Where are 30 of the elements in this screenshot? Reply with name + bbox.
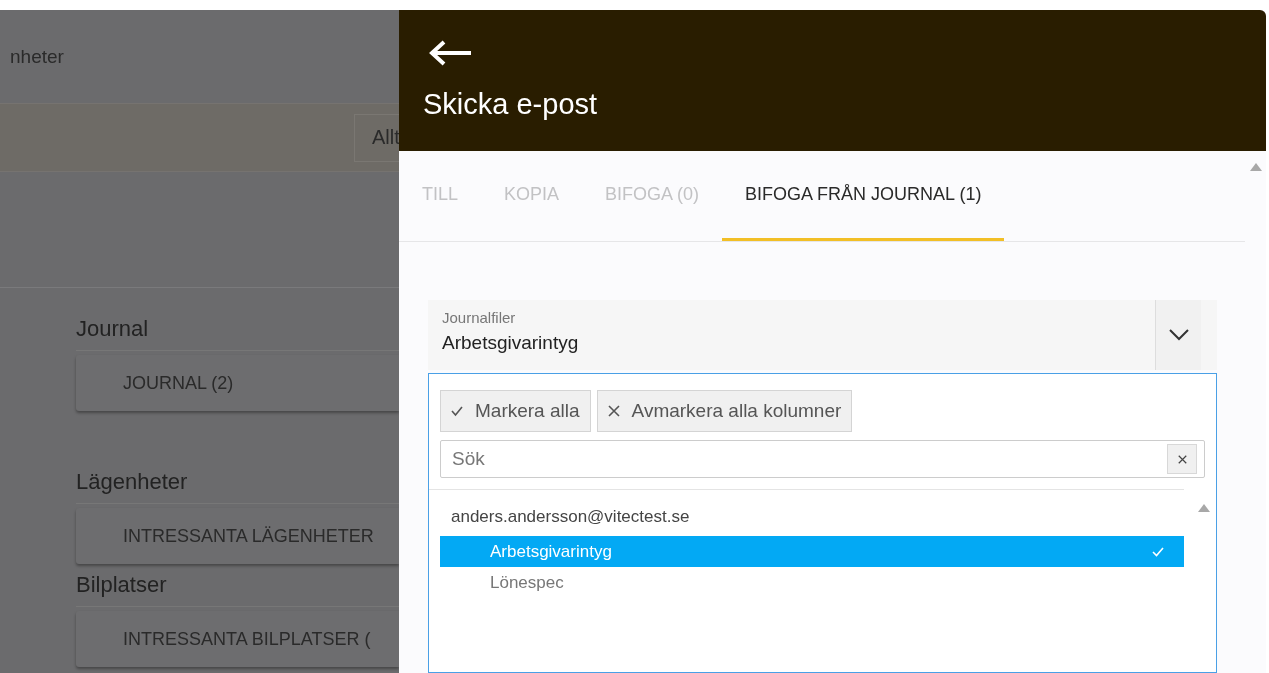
clear-button[interactable] [1167,444,1197,474]
select-value[interactable]: Arbetsgivarintyg [442,332,1155,354]
dialog-title: Skicka e-post [423,88,599,121]
list-option[interactable]: Arbetsgivarintyg [440,536,1184,567]
page-title: nheter [10,45,64,68]
scroll-up-icon[interactable] [1198,504,1210,512]
tab[interactable]: TILL [399,151,482,241]
list-button[interactable]: INTRESSANTA BILPLATSER ( [76,611,399,667]
chevron-down-icon [1168,329,1189,341]
dropdown-toggle[interactable] [1155,300,1201,370]
check-icon [451,405,463,417]
tab[interactable]: KOPIA [481,151,583,241]
list-option[interactable]: Lönespec [440,567,1184,598]
back-arrow-icon[interactable] [429,40,473,66]
check-icon [1152,546,1164,557]
list-button[interactable]: JOURNAL (2) [76,355,399,411]
section-heading: Bilplatser [76,572,399,607]
scroll-up-icon[interactable] [1250,163,1262,171]
close-icon [607,405,620,417]
section-heading: Lägenheter [76,469,399,504]
close-icon [1177,454,1187,464]
list-button[interactable]: INTRESSANTA LÄGENHETER [76,508,399,564]
tab[interactable]: BIFOGA FRÅN JOURNAL (1) [722,151,1005,241]
deselect-all-button[interactable]: Avmarkera alla kolumner [596,390,853,432]
tab[interactable]: BIFOGA (0) [582,151,723,241]
section-heading: Journal [76,316,399,351]
search-field[interactable]: Sök [440,440,1205,478]
select-all-button[interactable]: Markera alla [440,390,591,432]
field-label: Journalfiler [442,309,517,326]
group-header: anders.andersson@vitectest.se [450,506,691,528]
